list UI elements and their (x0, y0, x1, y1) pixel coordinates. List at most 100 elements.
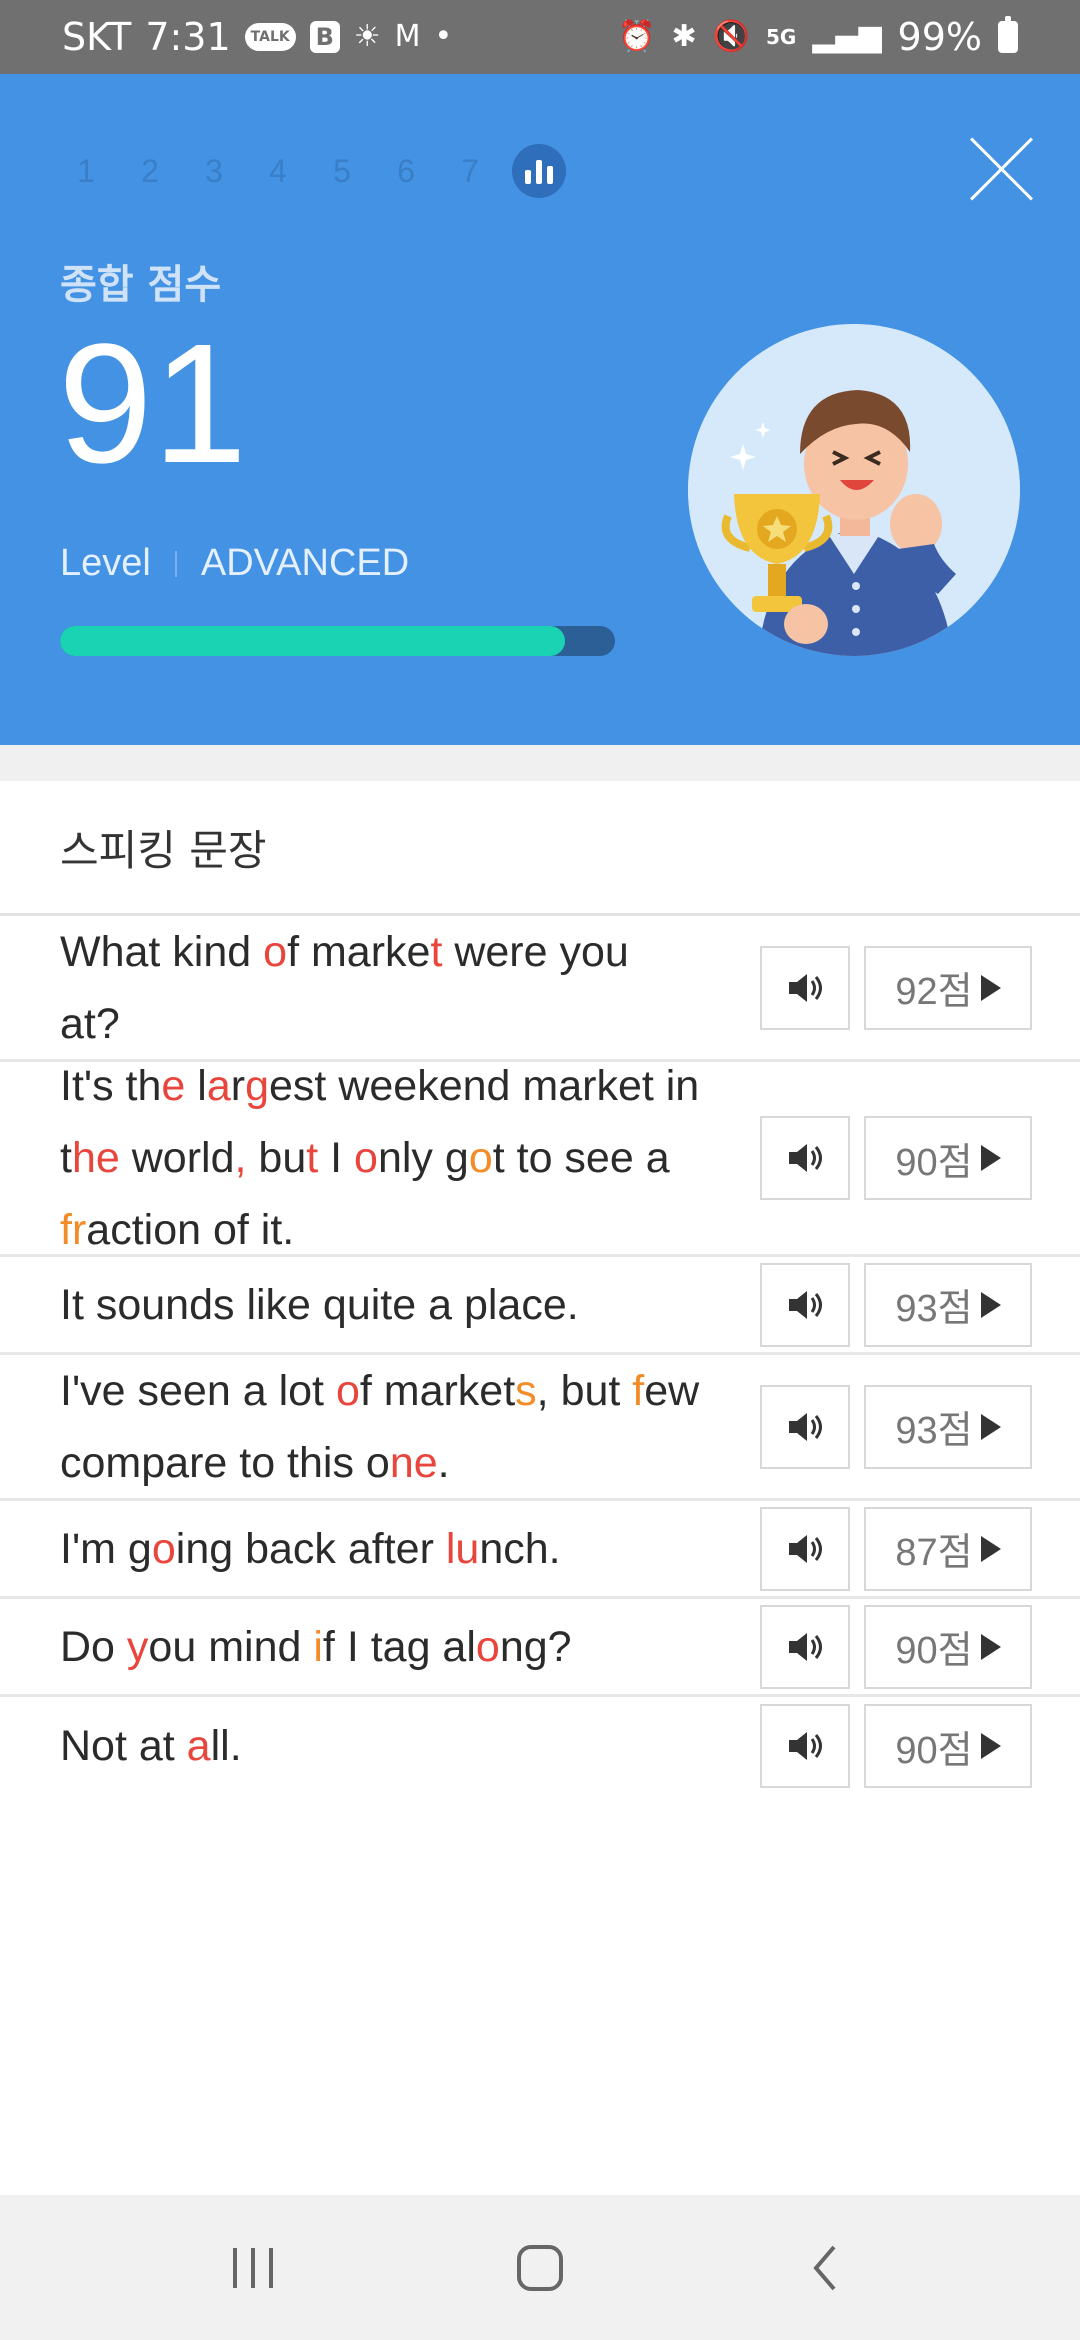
bar-chart-icon[interactable] (512, 144, 566, 198)
recent-apps-icon (233, 2247, 274, 2288)
back-icon (813, 2245, 836, 2290)
sentence-text: I've seen a lot of markets, but few comp… (0, 1355, 700, 1499)
sentence-row: Do you mind if I tag along? 90점 (0, 1599, 1080, 1697)
trophy-character-icon (688, 324, 1020, 656)
play-sound-button[interactable] (760, 1262, 850, 1347)
sentence-text-content: I'm going back after lunch. (60, 1524, 561, 1573)
sentence-text-content: I've seen a lot of markets, but few comp… (60, 1366, 700, 1487)
total-score-value: 91 (58, 309, 248, 499)
step-item[interactable]: 2 (118, 153, 182, 190)
sentence-text-content: It sounds like quite a place. (60, 1280, 579, 1329)
battery-percent: 99% (897, 15, 982, 59)
level-label: Level (60, 542, 151, 584)
sentence-text-content: Not at all. (60, 1722, 242, 1770)
sentence-list: What kind of market were you at? 92점 It'… (0, 916, 1080, 1795)
sentence-text: It sounds like quite a place. (0, 1269, 700, 1341)
brightness-icon: ☀ (353, 19, 381, 54)
sentence-score: 90점 (895, 1729, 973, 1772)
sentence-text-content: It's the largest weekend market in the w… (60, 1062, 700, 1254)
speaker-icon (789, 1632, 822, 1661)
sentence-score: 87점 (895, 1532, 973, 1574)
sentence-score: 90점 (895, 1630, 973, 1672)
section-gap (0, 745, 1080, 781)
play-icon (980, 1145, 1001, 1171)
step-indicator: 1 2 3 4 5 6 7 (54, 144, 566, 198)
back-button[interactable] (767, 2228, 887, 2308)
step-item[interactable]: 1 (54, 153, 118, 190)
home-button[interactable] (480, 2228, 600, 2308)
sentence-actions: 93점 (760, 1384, 1032, 1469)
sentence-score-button[interactable]: 92점 (864, 945, 1032, 1030)
sentence-row: Not at all. 90점 (0, 1697, 1080, 1795)
battery-icon (998, 16, 1018, 53)
sentence-text: It's the largest weekend market in the w… (0, 1050, 700, 1266)
sentence-text: What kind of market were you at? (0, 916, 700, 1060)
carrier-label: SKT (62, 15, 132, 59)
sentence-row: I'm going back after lunch. 87점 (0, 1501, 1080, 1599)
play-icon (980, 1291, 1001, 1318)
sentence-score-button[interactable]: 90점 (864, 1704, 1032, 1788)
sentence-row: What kind of market were you at? 92점 (0, 916, 1080, 1062)
trophy-character-illustration (688, 324, 1020, 656)
level-row: Level ADVANCED (60, 542, 409, 585)
sentence-score-button[interactable]: 87점 (864, 1506, 1032, 1591)
mute-icon: 🔇 (712, 19, 750, 54)
sentence-score-button[interactable]: 90점 (864, 1604, 1032, 1689)
sentence-actions: 93점 (760, 1262, 1032, 1347)
sentence-text: Not at all. (0, 1710, 700, 1782)
speaking-sentences-header: 스피킹 문장 (0, 781, 1080, 916)
play-sound-button[interactable] (760, 1384, 850, 1469)
sentence-actions: 90점 (760, 1604, 1032, 1689)
play-icon (980, 974, 1001, 1001)
network-type-label: 5G (765, 25, 797, 49)
sentence-score-button[interactable]: 90점 (864, 1116, 1032, 1200)
sentence-score: 93점 (895, 1288, 973, 1330)
step-item[interactable]: 6 (374, 153, 438, 190)
total-score-label: 종합 점수 (60, 262, 222, 308)
sentence-text-content: Do you mind if I tag along? (60, 1622, 572, 1671)
sentence-row: I've seen a lot of markets, but few comp… (0, 1355, 1080, 1501)
sentence-actions: 87점 (760, 1506, 1032, 1591)
level-value: ADVANCED (200, 542, 410, 584)
status-bar: SKT 7:31 TALK B ☀ M • ⏰ ✱ 🔇 5G ▂▄▆ 99% (0, 0, 1080, 74)
play-sound-button[interactable] (760, 945, 850, 1030)
level-progress-bar (60, 626, 615, 656)
clock-time: 7:31 (145, 15, 231, 59)
sentence-text-content: What kind of market were you at? (60, 927, 629, 1048)
sentence-score: 92점 (895, 971, 973, 1013)
speaker-icon (789, 1534, 822, 1563)
sentence-score-button[interactable]: 93점 (864, 1384, 1032, 1469)
system-navigation-bar (0, 2195, 1080, 2340)
sentence-text: Do you mind if I tag along? (0, 1611, 700, 1683)
bluetooth-icon: ✱ (671, 19, 697, 54)
sentence-actions: 92점 (760, 945, 1032, 1030)
speaker-icon (789, 973, 822, 1002)
play-sound-button[interactable] (760, 1506, 850, 1591)
step-item[interactable]: 3 (182, 153, 246, 190)
sentence-actions: 90점 (760, 1704, 1032, 1788)
home-icon (516, 2244, 563, 2291)
sentence-row: It's the largest weekend market in the w… (0, 1062, 1080, 1257)
recent-apps-button[interactable] (193, 2228, 313, 2308)
level-progress-fill (60, 626, 566, 656)
sentence-score: 90점 (895, 1141, 973, 1184)
speaker-icon (789, 1144, 822, 1172)
play-icon (980, 1733, 1001, 1759)
play-icon (980, 1633, 1001, 1660)
play-icon (980, 1535, 1001, 1562)
play-sound-button[interactable] (760, 1116, 850, 1200)
step-item[interactable]: 5 (310, 153, 374, 190)
speaker-icon (789, 1290, 822, 1319)
sentence-score-button[interactable]: 93점 (864, 1262, 1032, 1347)
alarm-icon: ⏰ (618, 19, 656, 54)
sentence-text: I'm going back after lunch. (0, 1513, 700, 1585)
play-sound-button[interactable] (760, 1604, 850, 1689)
dot-icon: • (434, 19, 453, 54)
play-sound-button[interactable] (760, 1704, 850, 1788)
close-icon[interactable] (964, 132, 1038, 206)
step-item[interactable]: 7 (438, 153, 502, 190)
b-app-icon: B (309, 21, 340, 53)
signal-icon: ▂▄▆ (812, 19, 882, 54)
sentence-row: It sounds like quite a place. 93점 (0, 1257, 1080, 1355)
step-item[interactable]: 4 (246, 153, 310, 190)
